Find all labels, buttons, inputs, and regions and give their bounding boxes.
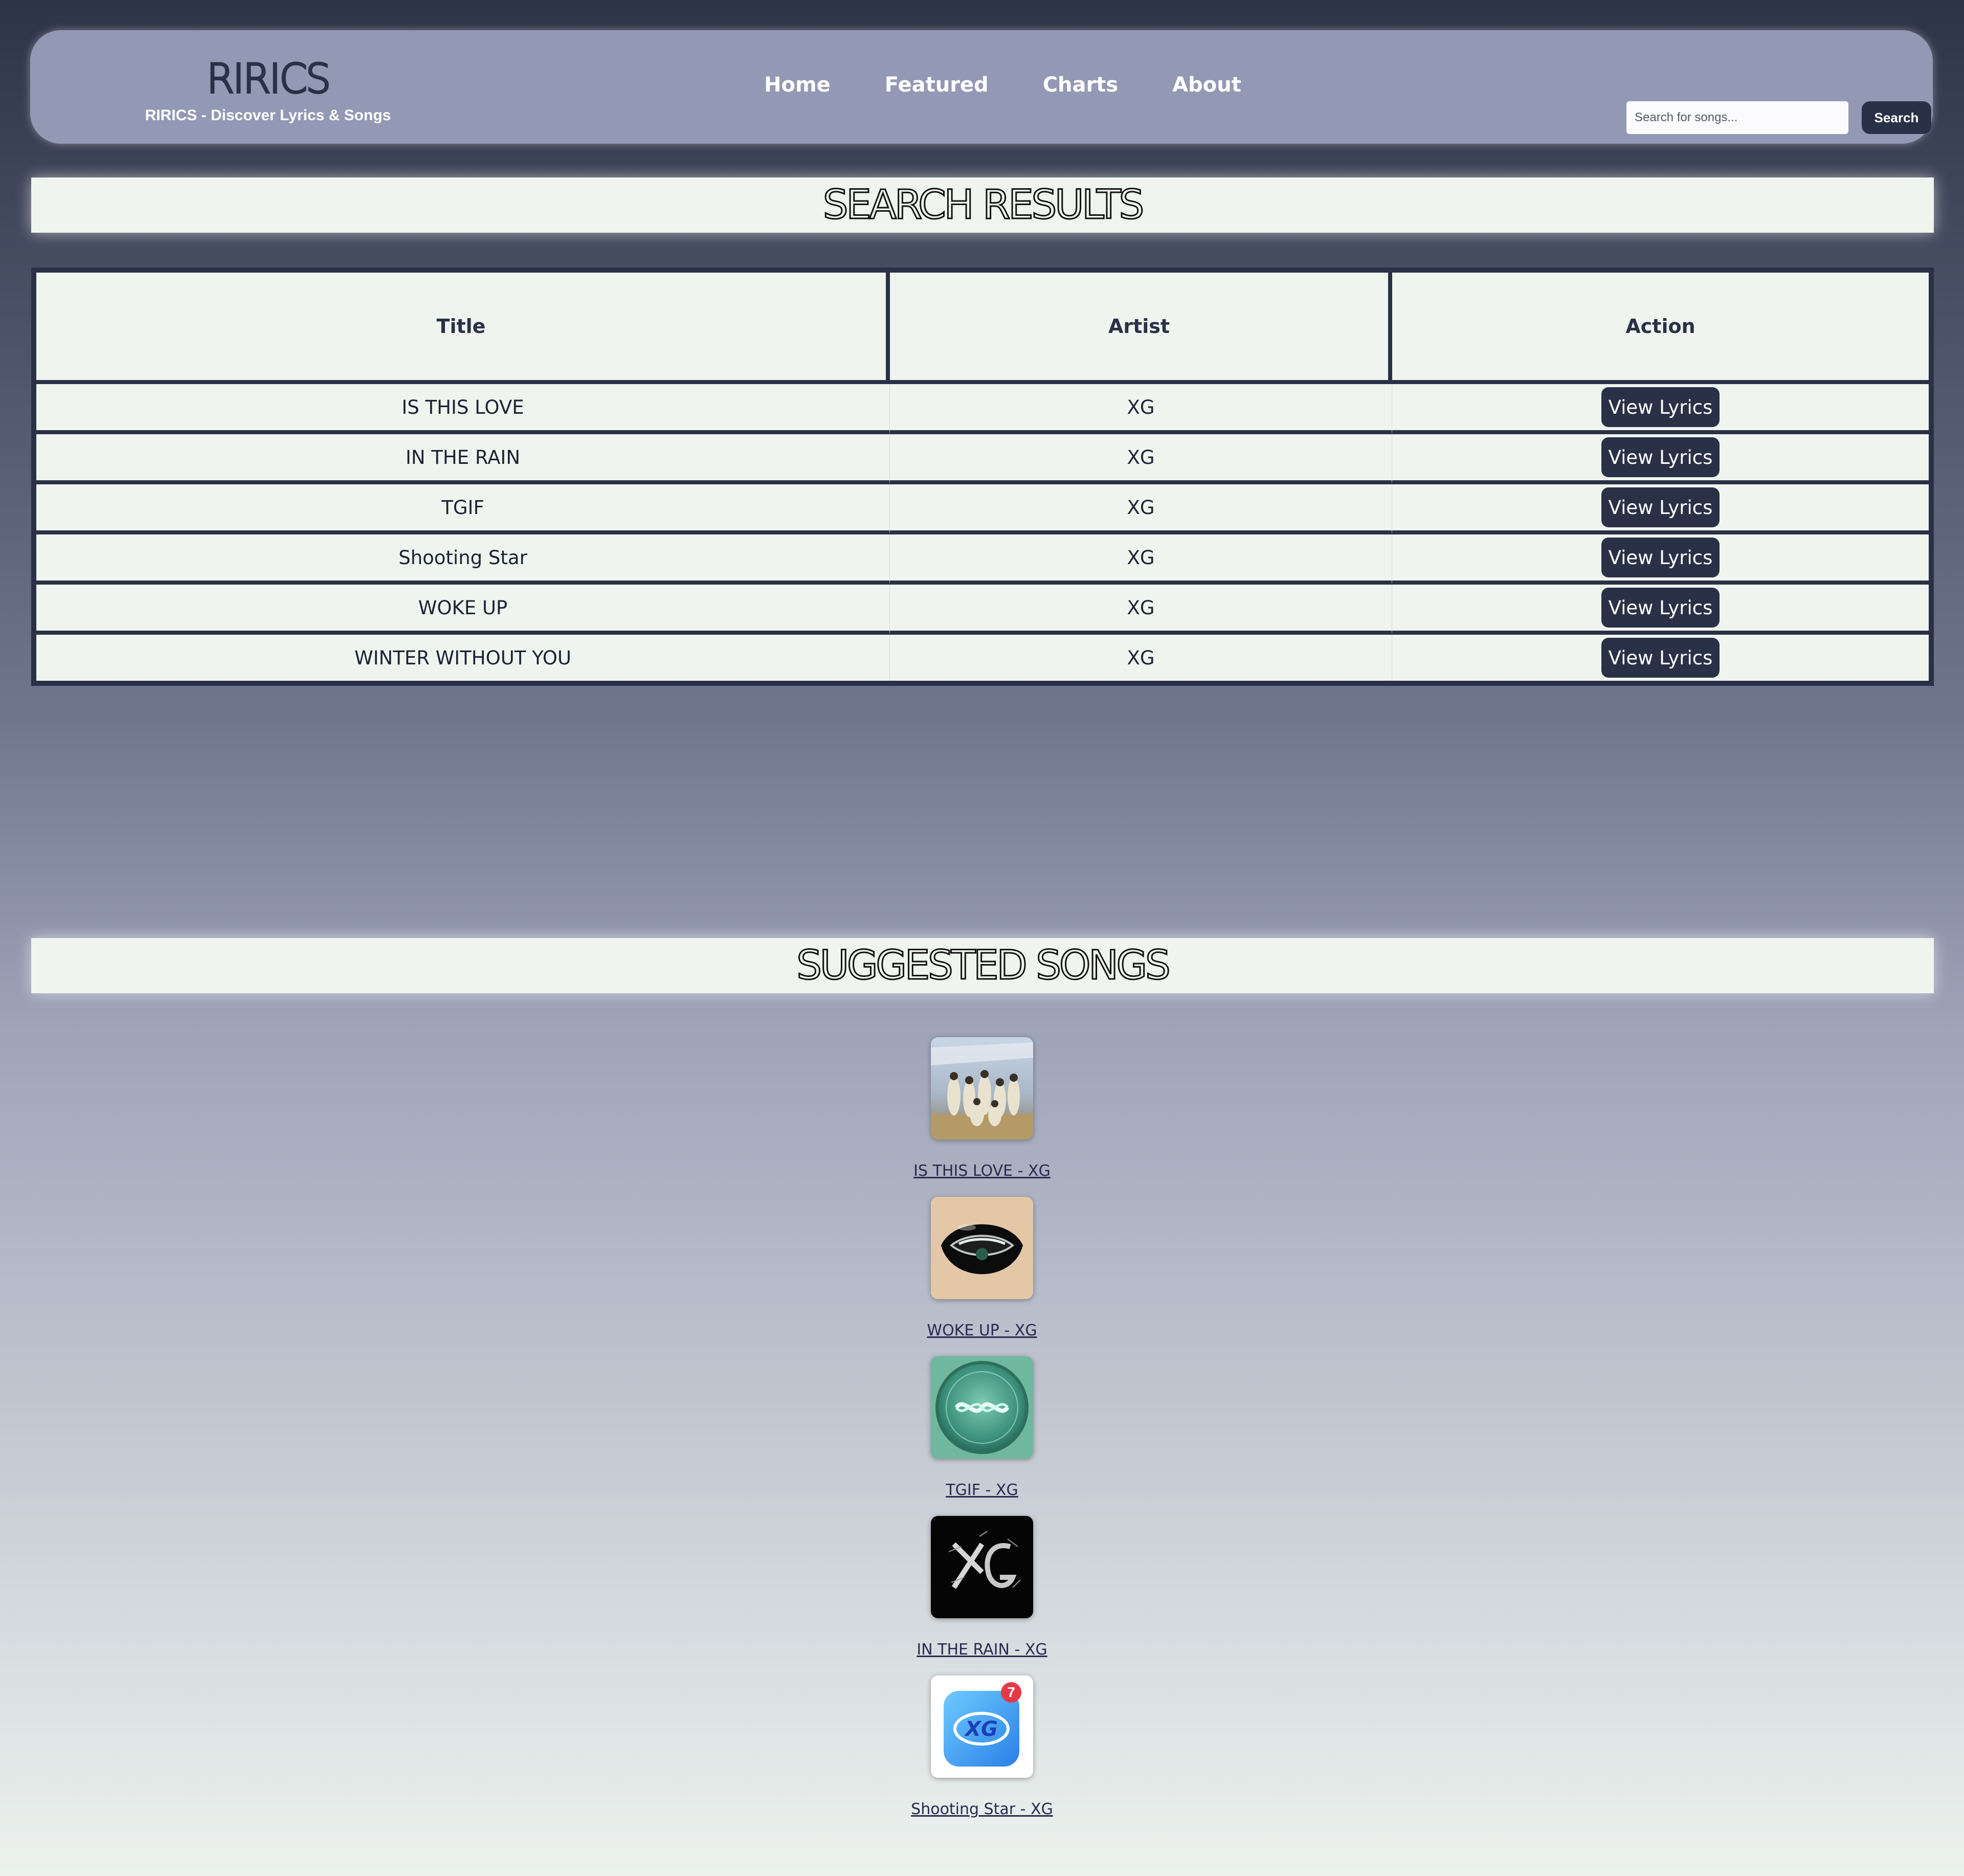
search-button[interactable]: Search — [1862, 101, 1931, 134]
artist-cell: XG — [890, 484, 1392, 534]
album-cover-green-disc[interactable] — [931, 1356, 1033, 1459]
nav-about[interactable]: About — [1172, 73, 1241, 97]
search-results-banner: SEARCH RESULTS — [31, 177, 1934, 233]
suggested-songs-banner: SUGGESTED SONGS — [31, 938, 1934, 993]
suggested-song-item[interactable]: TGIF - XG — [880, 1356, 1084, 1499]
main-nav: Home Featured Charts About — [764, 73, 1296, 97]
artist-cell: XG — [890, 434, 1392, 484]
album-cover-black-lips[interactable] — [931, 1197, 1033, 1299]
artist-cell: XG — [890, 635, 1392, 681]
suggested-songs-heading: SUGGESTED SONGS — [796, 942, 1171, 990]
suggested-song-link[interactable]: TGIF - XG — [880, 1481, 1084, 1499]
column-header-artist: Artist — [890, 273, 1392, 384]
app-icon-monogram: XG — [964, 1717, 998, 1741]
artist-cell: XG — [890, 585, 1392, 635]
table-row: WINTER WITHOUT YOU XG View Lyrics — [36, 635, 1929, 681]
suggested-song-item[interactable]: IS THIS LOVE - XG — [880, 1037, 1084, 1180]
table-row: TGIF XG View Lyrics — [36, 484, 1929, 534]
brand-tagline: RIRICS - Discover Lyrics & Songs — [145, 107, 391, 124]
action-cell: View Lyrics — [1392, 434, 1929, 484]
view-lyrics-button[interactable]: View Lyrics — [1601, 538, 1720, 577]
song-title-cell: TGIF — [36, 484, 890, 534]
suggested-song-link[interactable]: WOKE UP - XG — [880, 1322, 1084, 1339]
nav-home[interactable]: Home — [764, 73, 831, 97]
view-lyrics-button[interactable]: View Lyrics — [1601, 387, 1720, 427]
search-results-heading: SEARCH RESULTS — [822, 182, 1145, 229]
suggested-song-link[interactable]: IS THIS LOVE - XG — [880, 1162, 1084, 1180]
brand[interactable]: RIRICS RIRICS - Discover Lyrics & Songs — [132, 54, 404, 124]
suggested-song-link[interactable]: Shooting Star - XG — [880, 1800, 1084, 1818]
table-row: WOKE UP XG View Lyrics — [36, 585, 1929, 635]
notification-badge: 7 — [1007, 1684, 1015, 1700]
song-title-cell: WINTER WITHOUT YOU — [36, 635, 890, 681]
column-header-action: Action — [1392, 273, 1929, 384]
brand-logo[interactable]: RIRICS — [132, 54, 404, 105]
album-cover-app-icon[interactable]: XG 7 — [931, 1676, 1033, 1778]
column-header-title: Title — [36, 273, 890, 384]
artist-cell: XG — [890, 384, 1392, 434]
suggested-song-item[interactable]: XG 7 Shooting Star - XG — [880, 1676, 1084, 1818]
action-cell: View Lyrics — [1392, 384, 1929, 434]
results-table: Title Artist Action IS THIS LOVE XG View… — [31, 267, 1934, 686]
site-header: RIRICS RIRICS - Discover Lyrics & Songs … — [30, 30, 1933, 144]
view-lyrics-button[interactable]: View Lyrics — [1601, 588, 1720, 628]
action-cell: View Lyrics — [1392, 585, 1929, 635]
table-header-row: Title Artist Action — [36, 273, 1929, 384]
suggested-song-link[interactable]: IN THE RAIN - XG — [880, 1641, 1084, 1659]
suggested-song-item[interactable]: IN THE RAIN - XG — [880, 1516, 1084, 1659]
view-lyrics-button[interactable]: View Lyrics — [1601, 437, 1720, 477]
view-lyrics-button[interactable]: View Lyrics — [1601, 487, 1720, 527]
view-lyrics-button[interactable]: View Lyrics — [1601, 638, 1720, 678]
song-title-cell: IS THIS LOVE — [36, 384, 890, 434]
song-title-cell: WOKE UP — [36, 585, 890, 635]
song-title-cell: Shooting Star — [36, 534, 890, 585]
nav-featured[interactable]: Featured — [885, 73, 989, 97]
action-cell: View Lyrics — [1392, 484, 1929, 534]
action-cell: View Lyrics — [1392, 635, 1929, 681]
song-title-cell: IN THE RAIN — [36, 434, 890, 484]
artist-cell: XG — [890, 534, 1392, 585]
album-cover-group-photo[interactable] — [931, 1037, 1033, 1140]
action-cell: View Lyrics — [1392, 534, 1929, 585]
album-cover-xg-logo[interactable] — [931, 1516, 1033, 1618]
table-row: Shooting Star XG View Lyrics — [36, 534, 1929, 585]
search-input[interactable] — [1626, 101, 1848, 134]
table-row: IS THIS LOVE XG View Lyrics — [36, 384, 1929, 434]
suggested-song-item[interactable]: WOKE UP - XG — [880, 1197, 1084, 1339]
nav-charts[interactable]: Charts — [1043, 73, 1118, 97]
table-row: IN THE RAIN XG View Lyrics — [36, 434, 1929, 484]
